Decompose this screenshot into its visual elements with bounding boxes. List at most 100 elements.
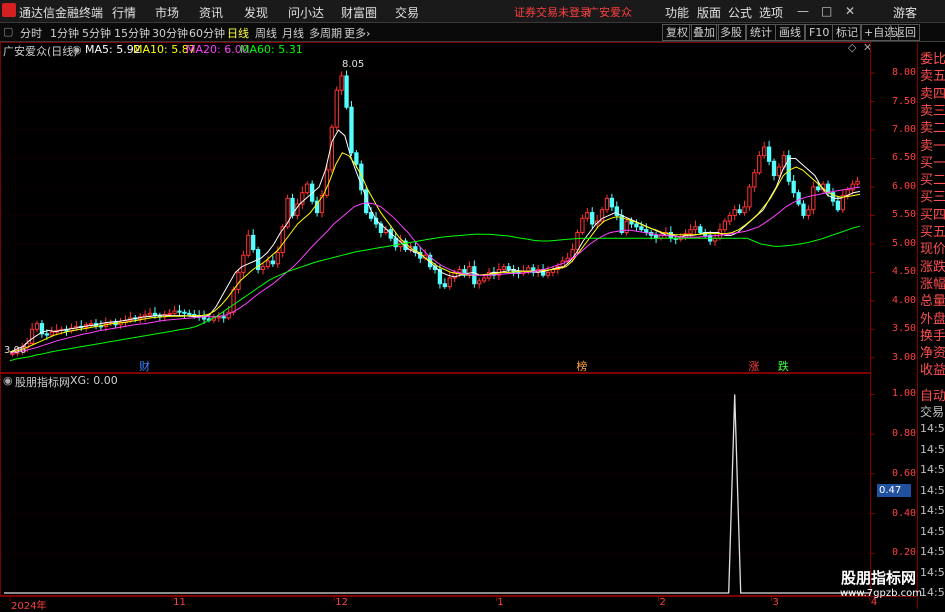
low-price-label: 3.06 (4, 345, 27, 356)
quote-field-label: 总量 (920, 294, 945, 310)
quote-side-panel: 委比 卖五 卖四 卖三 卖二 卖一 买一 买二 买三 买四 买五 现价 涨跌 涨幅 总量 外盘 换手 净资 收益 自动… (917, 42, 945, 609)
event-marker[interactable]: 榜 (576, 358, 587, 374)
candle-body (732, 209, 737, 216)
candle-body (742, 206, 747, 214)
kline-chart[interactable] (0, 0, 945, 609)
quote-field-label: 买二 (920, 173, 945, 189)
ytick-label: 4.50 (892, 266, 917, 278)
quote-field-label: 涨跌 (920, 259, 945, 275)
xtick-label: 2024年 (11, 601, 47, 612)
candle-body (177, 310, 182, 313)
tick-time: 14:56 (920, 483, 945, 497)
candle-body (251, 234, 256, 251)
quote-field-label: 收益 (920, 363, 945, 379)
xtick-label: 11 (173, 597, 186, 608)
candle-body (580, 217, 585, 234)
candle-body (172, 310, 177, 314)
quote-field-label: 卖五 (920, 69, 945, 85)
candle-body (762, 146, 767, 157)
candle-body (187, 312, 192, 315)
candle-body (816, 186, 821, 191)
candle-body (501, 266, 506, 271)
candle-body (737, 209, 742, 214)
ytick-label: 5.50 (892, 209, 917, 221)
ma-line-ma5 (9, 129, 861, 353)
tick-time: 14:56 (920, 422, 945, 435)
indicator-current-value: 0.47 (877, 484, 911, 497)
trade-label[interactable]: 交易 (920, 403, 944, 420)
quote-field-label: 卖二 (920, 121, 945, 137)
candle-body (354, 152, 359, 165)
candle-body (147, 312, 153, 316)
ytick-label: 6.50 (892, 152, 917, 164)
ytick-label: 3.50 (892, 323, 917, 335)
tick-time: 14:56 (920, 504, 945, 517)
quote-field-label: 卖一 (920, 138, 945, 154)
candle-body (305, 183, 310, 194)
candle-body (545, 271, 551, 276)
quote-field-label: 换手 (920, 328, 945, 344)
tick-time: 14:56 (920, 545, 945, 558)
event-marker[interactable]: 跌 (778, 358, 789, 374)
candle-body (349, 106, 354, 154)
candle-body (747, 186, 752, 208)
candle-body (339, 75, 344, 91)
candle-body (241, 254, 246, 273)
ytick-label: 5.00 (892, 237, 917, 249)
candle-body (44, 333, 50, 336)
xtick-label: 3 (772, 597, 779, 608)
candle-body (801, 203, 806, 216)
event-marker[interactable]: 涨 (748, 358, 759, 374)
candle-body (88, 323, 94, 326)
candle-body (167, 312, 172, 315)
indicator-ytick-label: 0.40 (892, 507, 917, 519)
indicator-ytick-label: 1.00 (892, 388, 917, 400)
candle-body (265, 260, 271, 268)
quote-field-label: 涨幅 (920, 276, 945, 292)
candle-body (776, 166, 782, 177)
candle-body (34, 323, 40, 330)
candle-body (693, 226, 698, 231)
quote-field-label: 买一 (920, 155, 945, 171)
candle-body (644, 229, 649, 234)
candle-body (639, 226, 644, 231)
candle-body (481, 277, 487, 282)
watermark-url: www.7gpzb.com (840, 588, 922, 599)
candle-body (771, 160, 777, 177)
tick-time: 14:56 (920, 524, 945, 538)
indicator-ytick-label: 0.80 (892, 428, 917, 440)
quote-field-label: 外盘 (920, 311, 945, 327)
candle-body (855, 180, 860, 185)
auto-trade-label[interactable]: 自动 (920, 385, 945, 404)
quote-field-label: 委比 (920, 52, 945, 67)
candle-body (757, 155, 762, 174)
candle-body (324, 169, 330, 196)
candle-body (698, 226, 703, 234)
candle-body (467, 266, 472, 276)
quote-field-label: 卖四 (920, 86, 945, 102)
ytick-label: 7.00 (892, 124, 917, 136)
event-marker[interactable]: 财 (139, 358, 150, 374)
ma-line-ma60 (9, 225, 861, 362)
candle-body (49, 331, 54, 336)
candle-body (791, 180, 796, 194)
candle-body (270, 260, 276, 265)
ytick-label: 3.00 (892, 351, 917, 363)
quote-field-label: 净资 (920, 346, 945, 362)
tick-time: 14:56 (920, 586, 945, 599)
ytick-label: 6.00 (892, 180, 917, 192)
watermark: 股朋指标网 www.7gpzb.com (840, 567, 922, 599)
candle-body (29, 328, 35, 345)
candle-body (477, 280, 482, 285)
quote-field-label: 卖三 (920, 103, 945, 119)
high-price-label: 8.05 (342, 59, 365, 70)
candle-body (835, 200, 841, 211)
tick-time: 14:56 (920, 442, 945, 456)
quote-field-label: 买三 (920, 190, 945, 206)
xtick-label: 2 (659, 597, 666, 608)
candle-body (506, 266, 511, 271)
ytick-label: 8.00 (892, 67, 917, 79)
indicator-ytick-label: 0.20 (892, 547, 917, 559)
candle-body (590, 212, 595, 225)
candle-body (629, 220, 634, 225)
